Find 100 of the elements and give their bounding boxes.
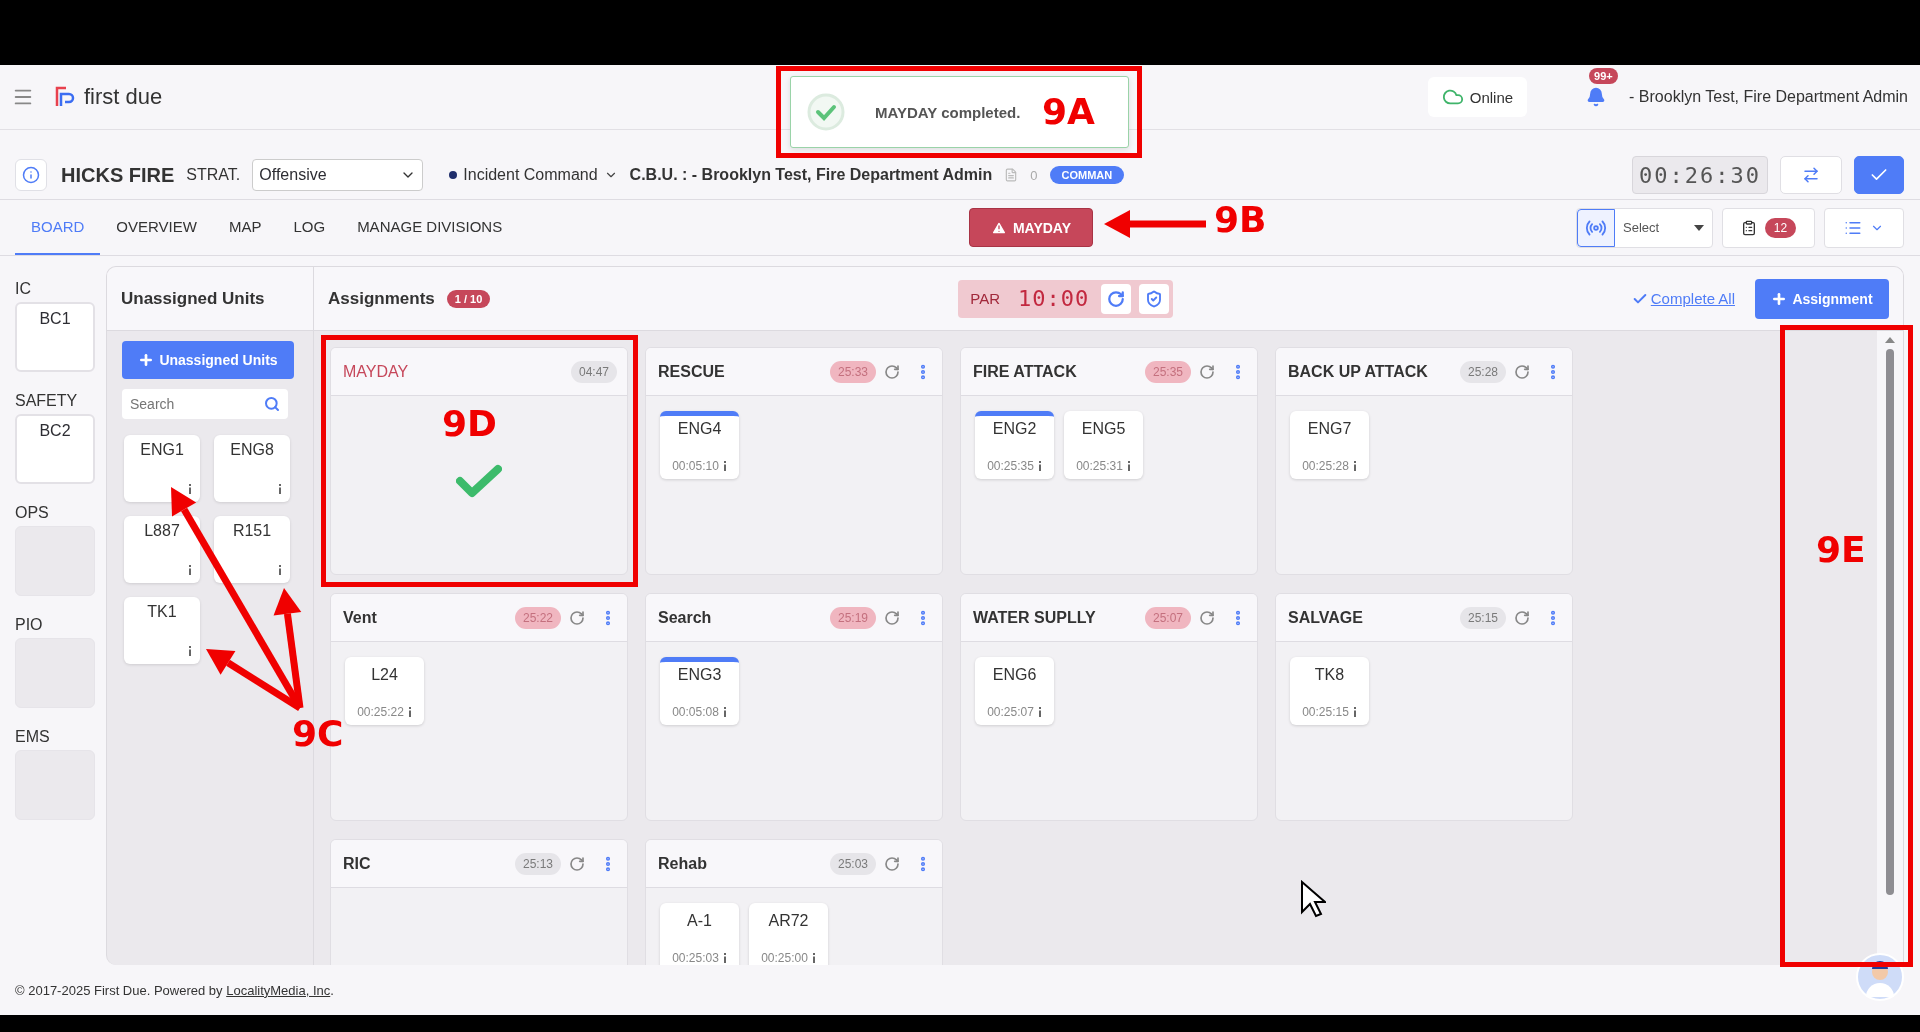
assignment-title: BACK UP ATTACK — [1288, 362, 1429, 381]
info-icon[interactable] — [722, 461, 727, 471]
unit-chip[interactable]: ENG4 00:05:10 — [660, 411, 739, 479]
add-unassigned-button[interactable]: Unassigned Units — [122, 341, 294, 379]
search-icon[interactable] — [264, 396, 280, 412]
info-icon[interactable] — [1037, 707, 1042, 717]
unit-name: ENG5 — [1081, 420, 1126, 438]
refresh-icon[interactable] — [884, 855, 900, 872]
search-field[interactable]: Search — [122, 389, 288, 419]
info-icon[interactable] — [1126, 461, 1131, 471]
role-label: SAFETY — [15, 392, 79, 410]
nav-tab[interactable]: OVERVIEW — [100, 200, 213, 255]
unit-time: 00:25:31 — [1076, 459, 1123, 473]
unit-chip[interactable]: ENG5 00:25:31 — [1064, 411, 1143, 479]
unit-tile[interactable]: TK1 — [124, 597, 200, 664]
online-status-button[interactable]: Online — [1427, 77, 1528, 117]
unit-chip[interactable]: ENG6 00:25:07 — [975, 657, 1054, 725]
unit-chip[interactable]: A-1 00:25:03 — [660, 903, 739, 965]
info-icon[interactable] — [722, 707, 727, 717]
annotation-label: 9E — [1816, 528, 1866, 572]
unit-tile[interactable]: R151 — [214, 516, 290, 583]
refresh-icon[interactable] — [1514, 609, 1530, 626]
unit-time: 00:25:28 — [1302, 459, 1349, 473]
mayday-button[interactable]: MAYDAY — [969, 208, 1093, 247]
unit-chip[interactable]: ENG2 00:25:35 — [975, 411, 1054, 479]
list-menu-button[interactable] — [1824, 207, 1904, 248]
unit-name: ENG4 — [677, 420, 722, 438]
info-icon[interactable] — [1352, 461, 1357, 471]
plus-icon — [1771, 290, 1788, 307]
unit-tile[interactable]: L887 — [124, 516, 200, 583]
strategy-label: STRAT. — [186, 166, 241, 184]
refresh-icon[interactable] — [884, 609, 900, 626]
unit-time: 00:25:15 — [1302, 705, 1349, 719]
unit-tile[interactable]: ENG8 — [214, 435, 290, 502]
bell-icon[interactable] — [1586, 87, 1607, 107]
confirm-button[interactable] — [1854, 156, 1904, 194]
swap-button[interactable] — [1780, 156, 1842, 194]
refresh-icon[interactable] — [569, 609, 585, 626]
info-icon[interactable] — [722, 953, 727, 963]
unit-chip[interactable]: AR72 00:25:00 — [749, 903, 828, 965]
logo-text: first due — [84, 84, 163, 110]
unit-chip[interactable]: L24 00:25:22 — [345, 657, 424, 725]
refresh-icon[interactable] — [1199, 609, 1215, 626]
document-count: 0 — [1030, 167, 1038, 183]
info-icon[interactable] — [188, 484, 192, 494]
strategy-select[interactable]: Offensive — [252, 159, 424, 191]
tasks-button[interactable]: 12 — [1722, 207, 1815, 248]
role-label: IC — [15, 280, 32, 298]
refresh-icon[interactable] — [569, 855, 585, 872]
info-icon[interactable] — [1352, 707, 1357, 717]
assignment-title: Search — [658, 608, 713, 627]
unit-time: 00:25:03 — [672, 951, 719, 965]
refresh-icon[interactable] — [884, 363, 900, 380]
unit-chip[interactable]: TK8 00:25:15 — [1290, 657, 1369, 725]
info-icon[interactable] — [188, 646, 192, 656]
info-icon[interactable] — [278, 565, 282, 575]
unit-chip[interactable]: ENG7 00:25:28 — [1290, 411, 1369, 479]
scrollbar[interactable] — [1883, 335, 1897, 895]
role-label: PIO — [15, 616, 44, 634]
nav-tab[interactable]: BOARD — [15, 200, 101, 255]
assignment-title: WATER SUPLLY — [973, 608, 1097, 627]
assignment-timer: 25:28 — [1459, 360, 1506, 383]
role-slot[interactable]: BC2 — [15, 414, 95, 484]
annotation-label: 9C — [292, 712, 344, 756]
check-icon — [456, 464, 502, 498]
avatar-icon[interactable] — [1856, 953, 1904, 1001]
radio-select[interactable]: Select — [1576, 207, 1713, 248]
mode-badge: COMMAN — [1049, 166, 1125, 184]
refresh-icon[interactable] — [1514, 363, 1530, 380]
incident-name: HICKS FIRE — [61, 163, 175, 187]
complete-all-link[interactable]: Complete All — [1631, 290, 1735, 307]
info-icon[interactable] — [188, 565, 192, 575]
user-name[interactable]: - Brooklyn Test, Fire Department Admin — [1629, 88, 1908, 106]
nav-tab[interactable]: MANAGE DIVISIONS — [341, 200, 519, 255]
refresh-button[interactable] — [1101, 283, 1132, 314]
swap-arrows-icon — [1802, 166, 1820, 184]
info-icon — [22, 166, 40, 184]
warning-icon — [990, 219, 1007, 236]
role-slot[interactable]: BC1 — [15, 302, 95, 372]
add-assignment-button[interactable]: Assignment — [1755, 278, 1889, 319]
info-icon[interactable] — [811, 953, 816, 963]
unit-chip[interactable]: ENG3 00:05:08 — [660, 657, 739, 725]
assignment-timer: 25:33 — [829, 360, 876, 383]
refresh-icon[interactable] — [1199, 363, 1215, 380]
annotation-label: 9B — [1214, 198, 1267, 242]
refresh-icon — [1107, 289, 1126, 308]
role-label: EMS — [15, 728, 51, 746]
info-button[interactable] — [15, 159, 47, 191]
nav-tab[interactable]: MAP — [212, 200, 278, 255]
unit-tile[interactable]: ENG1 — [124, 435, 200, 502]
info-icon[interactable] — [407, 707, 412, 717]
info-icon[interactable] — [278, 484, 282, 494]
command-dropdown[interactable]: Incident Command — [449, 166, 618, 184]
par-label: PAR — [970, 290, 1000, 307]
cbu-text: C.B.U. : - Brooklyn Test, Fire Department Admin — [629, 166, 993, 184]
unit-time: 00:05:08 — [672, 705, 719, 719]
unit-name: ENG6 — [992, 666, 1037, 684]
shield-button[interactable] — [1139, 283, 1170, 314]
nav-tab[interactable]: LOG — [277, 200, 342, 255]
info-icon[interactable] — [1037, 461, 1042, 471]
